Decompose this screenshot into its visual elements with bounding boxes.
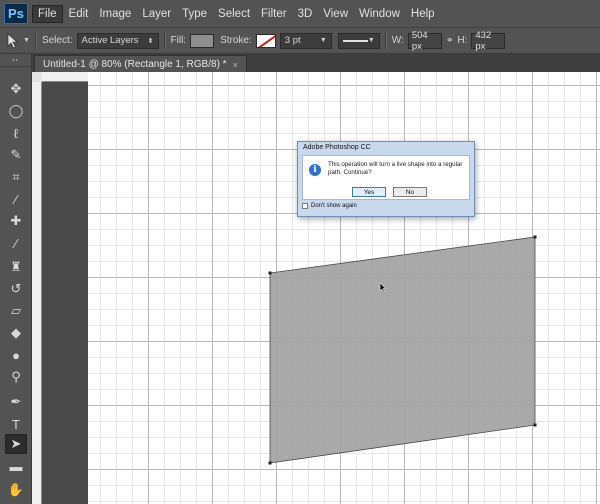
tools-panel: ▪▪ ✥ ◯ ℓ ✎ ⌗ ⁄ ✚ ∕ ♜ ↺ ▱ ◆ ● ⚲ ✒ T ➤ ▬ ✋ bbox=[0, 54, 32, 504]
ellipse-marquee-tool[interactable]: ◯ bbox=[5, 101, 27, 121]
options-bar: ▼ Select: Active Layers ⬍ Fill: Stroke: … bbox=[0, 27, 600, 54]
dialog-title: Adobe Photoshop CC bbox=[303, 144, 371, 151]
chevron-down-icon: ▼ bbox=[367, 37, 375, 44]
width-label: W: bbox=[391, 35, 404, 46]
menu-file[interactable]: File bbox=[32, 4, 63, 23]
crop-icon: ⌗ bbox=[12, 169, 20, 184]
eraser-icon: ▱ bbox=[11, 303, 21, 318]
document-canvas[interactable] bbox=[88, 72, 600, 504]
brush-tool[interactable]: ∕ bbox=[5, 233, 27, 253]
document-tab-bar: Untitled-1 @ 80% (Rectangle 1, RGB/8) * … bbox=[32, 54, 600, 73]
quick-selection-tool[interactable]: ✎ bbox=[5, 145, 27, 165]
chevron-down-icon: ▼ bbox=[319, 37, 327, 44]
separator bbox=[163, 31, 166, 50]
dont-show-again-label: Don't show again bbox=[311, 203, 357, 209]
eyedropper-tool[interactable]: ⁄ bbox=[5, 189, 27, 209]
eraser-tool[interactable]: ▱ bbox=[5, 301, 27, 321]
dialog-message: This operation will turn a live shape in… bbox=[328, 161, 463, 176]
type-tool[interactable]: T bbox=[5, 414, 27, 434]
close-icon[interactable]: × bbox=[233, 60, 238, 70]
select-dropdown[interactable]: Active Layers ⬍ bbox=[76, 32, 159, 49]
brush-icon: ∕ bbox=[14, 235, 18, 251]
move-tool[interactable]: ✥ bbox=[5, 79, 27, 99]
separator bbox=[384, 31, 387, 50]
ellipse-marquee-icon: ◯ bbox=[8, 103, 24, 118]
pen-icon: ✒ bbox=[10, 394, 22, 409]
document-tab[interactable]: Untitled-1 @ 80% (Rectangle 1, RGB/8) * … bbox=[34, 55, 247, 73]
crop-tool[interactable]: ⌗ bbox=[5, 167, 27, 187]
menu-bar: Ps File Edit Image Layer Type Select Fil… bbox=[0, 0, 600, 27]
info-icon: i bbox=[309, 164, 321, 176]
separator bbox=[34, 31, 37, 50]
hand-icon: ✋ bbox=[7, 482, 25, 497]
stroke-width-field[interactable]: 3 pt ▼ bbox=[279, 32, 332, 49]
menu-layer[interactable]: Layer bbox=[137, 6, 176, 22]
height-input[interactable]: 432 px bbox=[471, 30, 506, 52]
healing-brush-icon: ✚ bbox=[10, 213, 22, 228]
rectangle-tool[interactable]: ▬ bbox=[5, 456, 27, 476]
clone-stamp-icon: ♜ bbox=[10, 259, 22, 274]
select-value: Active Layers bbox=[81, 35, 139, 46]
stroke-label: Stroke: bbox=[220, 35, 252, 46]
quick-selection-icon: ✎ bbox=[10, 147, 22, 162]
panel-grip-icon[interactable]: ▪▪ bbox=[0, 54, 31, 67]
direct-selection-icon: ➤ bbox=[10, 436, 22, 451]
menu-image[interactable]: Image bbox=[94, 6, 136, 22]
lasso-icon: ℓ bbox=[13, 125, 19, 141]
select-label: Select: bbox=[41, 35, 73, 46]
dont-show-again-row[interactable]: Don't show again bbox=[302, 203, 357, 209]
width-input[interactable]: 504 px bbox=[407, 30, 442, 52]
fill-label: Fill: bbox=[170, 35, 187, 46]
menu-help[interactable]: Help bbox=[406, 6, 440, 22]
paint-bucket-icon: ◆ bbox=[11, 325, 21, 340]
healing-brush-tool[interactable]: ✚ bbox=[5, 211, 27, 231]
blur-tool[interactable]: ● bbox=[5, 345, 27, 365]
dialog-body: i This operation will turn a live shape … bbox=[302, 155, 470, 200]
yes-button[interactable]: Yes bbox=[352, 187, 386, 197]
ruler-origin[interactable] bbox=[32, 72, 42, 82]
paint-bucket-tool[interactable]: ◆ bbox=[5, 323, 27, 343]
photoshop-logo: Ps bbox=[4, 3, 28, 24]
clone-stamp-tool[interactable]: ♜ bbox=[5, 257, 27, 277]
direct-selection-tool[interactable]: ➤ bbox=[5, 434, 27, 454]
stroke-line-preview-icon bbox=[342, 39, 368, 42]
move-icon: ✥ bbox=[10, 81, 22, 96]
dodge-icon: ⚲ bbox=[11, 369, 21, 384]
pen-tool[interactable]: ✒ bbox=[5, 392, 27, 412]
stroke-type-dropdown[interactable]: ▼ bbox=[337, 32, 380, 49]
menu-type[interactable]: Type bbox=[177, 6, 212, 22]
blur-icon: ● bbox=[12, 347, 20, 363]
dont-show-again-checkbox[interactable] bbox=[302, 203, 308, 209]
hand-tool[interactable]: ✋ bbox=[5, 480, 27, 500]
height-label: H: bbox=[457, 35, 468, 46]
dodge-tool[interactable]: ⚲ bbox=[5, 367, 27, 387]
menu-filter[interactable]: Filter bbox=[256, 6, 292, 22]
link-icon[interactable]: ⚭ bbox=[446, 35, 454, 46]
chevron-updown-icon: ⬍ bbox=[147, 37, 154, 45]
vertical-ruler[interactable] bbox=[32, 72, 42, 504]
stroke-swatch[interactable] bbox=[255, 33, 276, 48]
tool-preset-picker[interactable]: ▼ bbox=[6, 32, 30, 49]
rectangle-icon: ▬ bbox=[9, 458, 23, 474]
type-icon: T bbox=[12, 416, 20, 432]
menu-window[interactable]: Window bbox=[354, 6, 405, 22]
menu-select[interactable]: Select bbox=[213, 6, 255, 22]
chevron-down-icon: ▼ bbox=[23, 37, 30, 44]
document-tab-title: Untitled-1 @ 80% (Rectangle 1, RGB/8) * bbox=[43, 59, 227, 70]
menu-3d[interactable]: 3D bbox=[293, 6, 318, 22]
confirm-dialog: Adobe Photoshop CC i This operation will… bbox=[297, 141, 475, 217]
stroke-width-value: 3 pt bbox=[284, 35, 301, 46]
eyedropper-icon: ⁄ bbox=[14, 191, 18, 207]
no-stroke-icon bbox=[257, 34, 275, 47]
arrow-cursor-icon bbox=[7, 32, 18, 48]
fill-swatch[interactable] bbox=[190, 33, 215, 48]
menu-edit[interactable]: Edit bbox=[64, 6, 94, 22]
menu-view[interactable]: View bbox=[318, 6, 353, 22]
lasso-tool[interactable]: ℓ bbox=[5, 123, 27, 143]
no-button[interactable]: No bbox=[393, 187, 427, 197]
history-brush-tool[interactable]: ↺ bbox=[5, 279, 27, 299]
history-brush-icon: ↺ bbox=[10, 281, 22, 296]
